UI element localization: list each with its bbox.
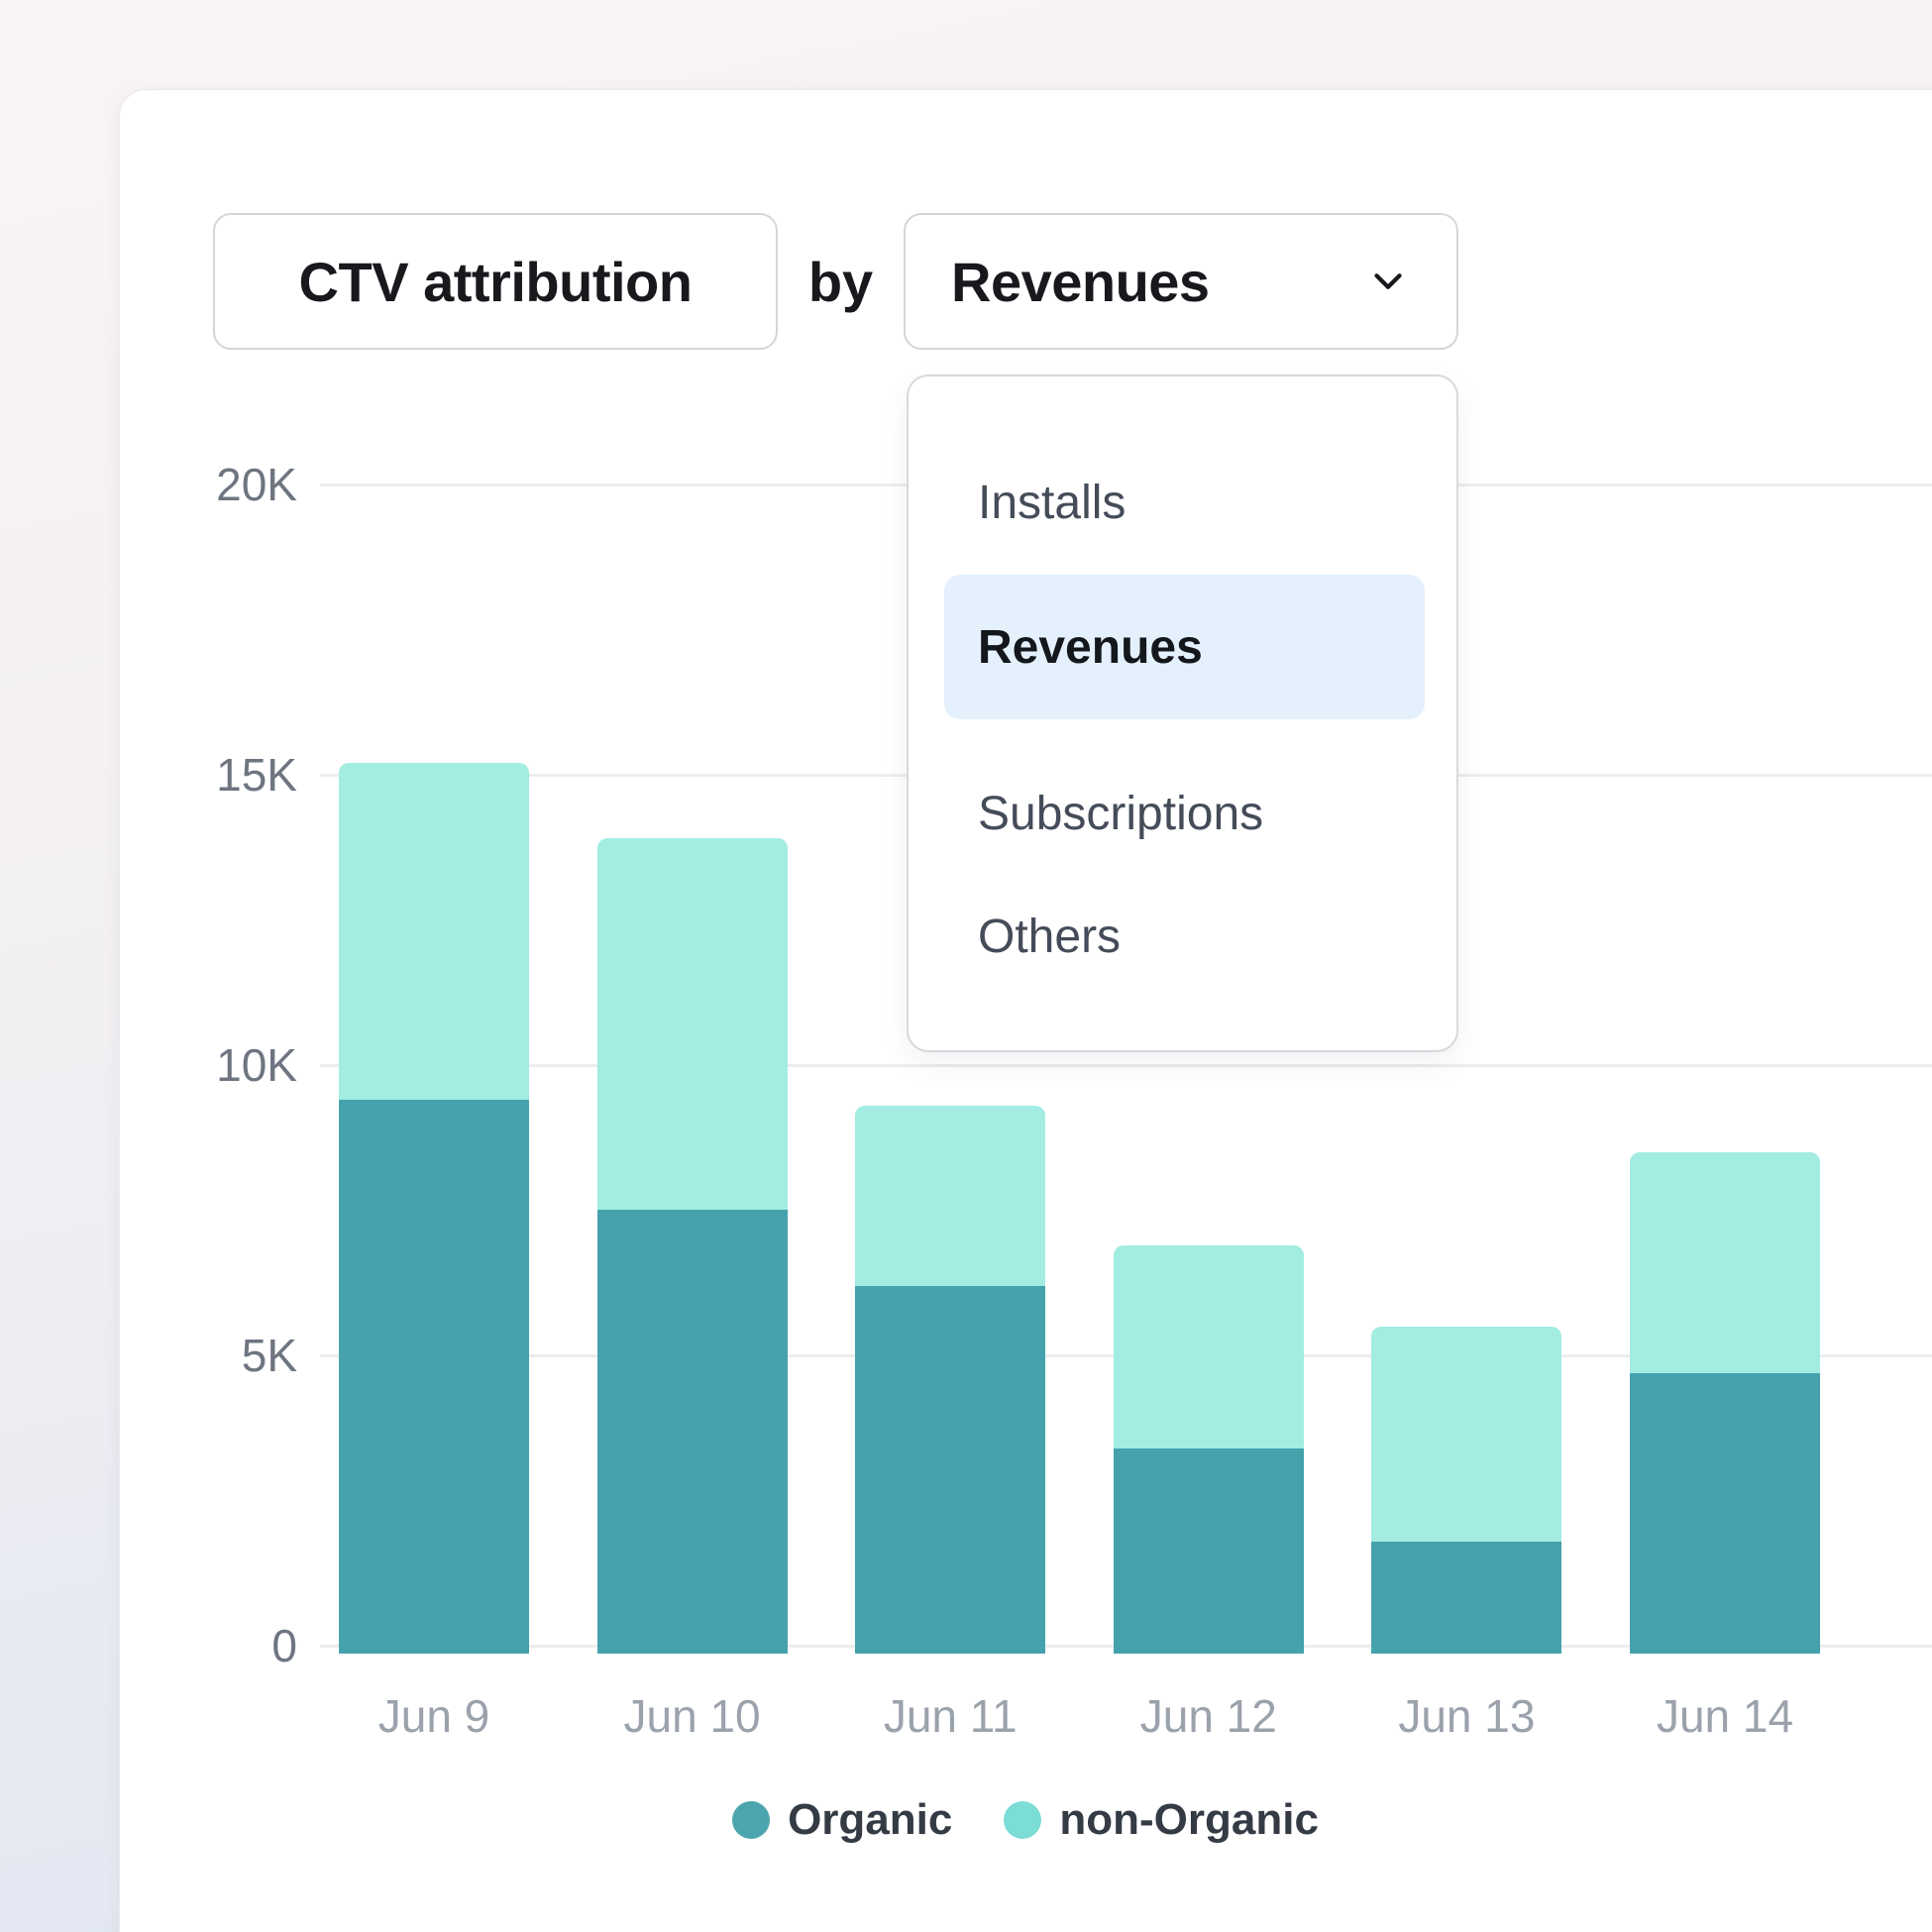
y-axis-label-20k: 20K: [129, 458, 297, 511]
x-axis-label-jun-14: Jun 14: [1596, 1689, 1854, 1743]
bar-jun-10[interactable]: [597, 838, 788, 1654]
y-axis-label-15k: 15K: [129, 748, 297, 802]
y-axis-label-10k: 10K: [129, 1038, 297, 1092]
dropdown-item-revenues[interactable]: Revenues: [944, 575, 1425, 719]
bar-segment-organic-jun-10[interactable]: [597, 1210, 788, 1654]
legend-label-non-organic: non-Organic: [1059, 1795, 1319, 1845]
metric-dropdown-value: Revenues: [951, 250, 1210, 314]
metric-dropdown-button[interactable]: Revenues: [904, 213, 1458, 350]
dropdown-item-subscriptions[interactable]: Subscriptions: [909, 759, 1456, 868]
bar-segment-non-organic-jun-10[interactable]: [597, 838, 788, 1210]
bar-jun-9[interactable]: [339, 763, 529, 1654]
connector-label: by: [778, 213, 904, 350]
x-axis-label-jun-11: Jun 11: [821, 1689, 1079, 1743]
bar-segment-organic-jun-13[interactable]: [1371, 1542, 1561, 1654]
bar-segment-organic-jun-11[interactable]: [855, 1286, 1045, 1654]
chart-legend: Organic non-Organic: [119, 1795, 1932, 1845]
y-axis-label-5k: 5K: [129, 1329, 297, 1382]
legend-dot-organic: [732, 1801, 770, 1839]
bar-segment-non-organic-jun-9[interactable]: [339, 763, 529, 1100]
legend-item-non-organic[interactable]: non-Organic: [1004, 1795, 1319, 1845]
x-axis-label-jun-9: Jun 9: [305, 1689, 563, 1743]
x-axis-label-jun-12: Jun 12: [1080, 1689, 1338, 1743]
bar-jun-13[interactable]: [1371, 1327, 1561, 1654]
metric-dropdown-menu: Installs Revenues Subscriptions Others: [907, 375, 1458, 1052]
bar-segment-organic-jun-14[interactable]: [1630, 1373, 1820, 1654]
chart-title: CTV attribution: [299, 250, 693, 314]
x-axis-label-jun-13: Jun 13: [1338, 1689, 1595, 1743]
chevron-down-icon: [1365, 259, 1411, 304]
bar-segment-non-organic-jun-11[interactable]: [855, 1106, 1045, 1286]
legend-dot-non-organic: [1004, 1801, 1041, 1839]
dropdown-item-installs[interactable]: Installs: [909, 448, 1456, 557]
y-axis-label-0: 0: [129, 1619, 297, 1672]
legend-label-organic: Organic: [788, 1795, 952, 1845]
bar-jun-11[interactable]: [855, 1106, 1045, 1654]
bar-jun-12[interactable]: [1114, 1245, 1304, 1654]
x-axis-label-jun-10: Jun 10: [564, 1689, 821, 1743]
dropdown-item-others[interactable]: Others: [909, 882, 1456, 991]
bar-segment-non-organic-jun-14[interactable]: [1630, 1152, 1820, 1373]
bar-segment-organic-jun-9[interactable]: [339, 1100, 529, 1654]
bar-segment-non-organic-jun-13[interactable]: [1371, 1327, 1561, 1542]
bar-segment-non-organic-jun-12[interactable]: [1114, 1245, 1304, 1449]
legend-item-organic[interactable]: Organic: [732, 1795, 952, 1845]
page-background: CTV attribution by Revenues Installs Rev…: [0, 0, 1932, 1932]
gridline-10k: [320, 1064, 1932, 1067]
bar-jun-14[interactable]: [1630, 1152, 1820, 1654]
title-chip[interactable]: CTV attribution: [213, 213, 778, 350]
bar-segment-organic-jun-12[interactable]: [1114, 1449, 1304, 1654]
